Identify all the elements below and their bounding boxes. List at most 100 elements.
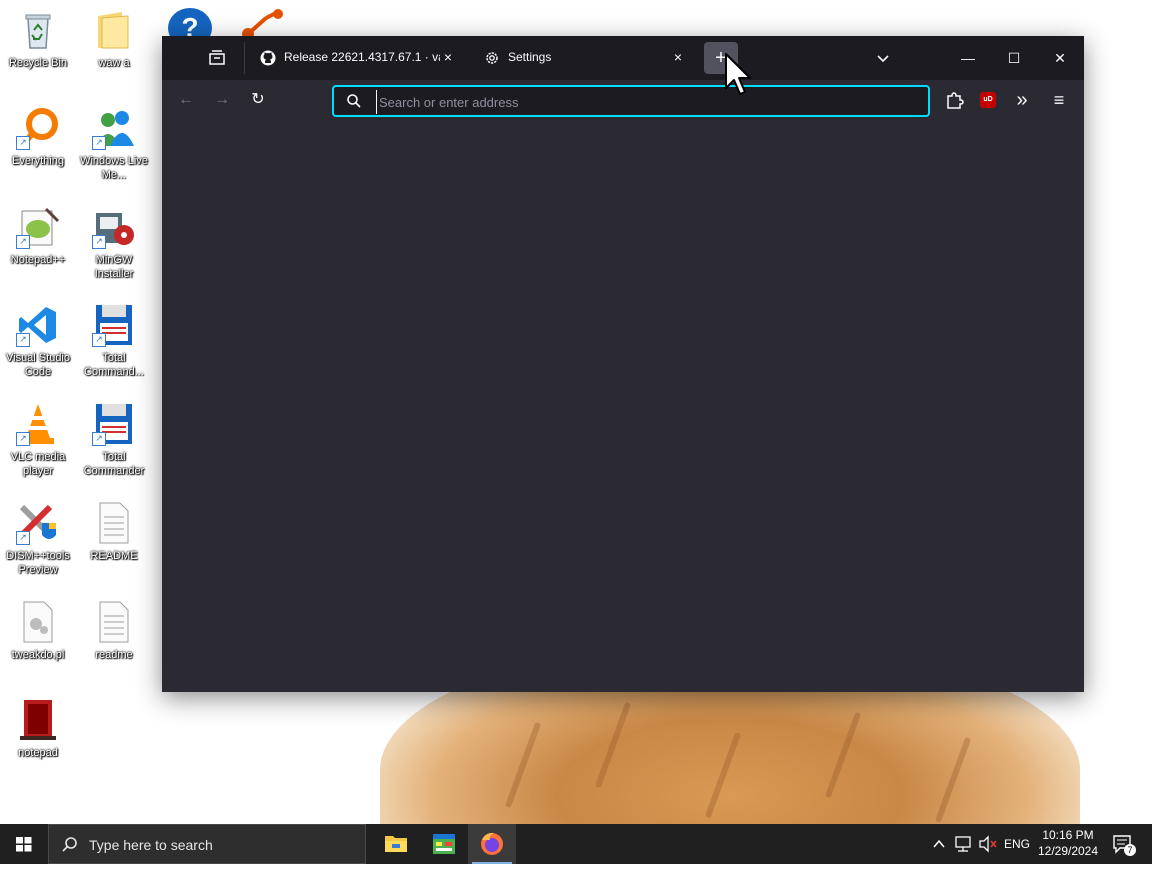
taskbar: Type here to search ENG 10:16 PM 12/29/2… bbox=[0, 824, 1152, 864]
notepad-plus-plus-icon: ↗ bbox=[16, 205, 60, 249]
icon-label: Windows Live Me... bbox=[80, 155, 148, 181]
tab-divider bbox=[244, 42, 245, 74]
icon-label: MinGW Installer bbox=[94, 254, 134, 280]
icon-label: Notepad++ bbox=[10, 254, 66, 266]
shortcut-arrow-icon: ↗ bbox=[92, 432, 106, 446]
network-icon[interactable] bbox=[952, 824, 976, 864]
desktop-icon-dism-tools[interactable]: ↗ DISM++tools Preview bbox=[0, 501, 76, 577]
desktop-icon-notepad-plus-plus[interactable]: ↗ Notepad++ bbox=[0, 205, 76, 267]
tab-release[interactable]: Release 22621.4317.67.1 · valine × bbox=[248, 40, 462, 76]
close-tab-icon[interactable]: × bbox=[668, 47, 688, 67]
icon-label: DISM++tools Preview bbox=[6, 550, 70, 576]
tab-label: Settings bbox=[508, 50, 552, 64]
firefox-view-icon[interactable] bbox=[206, 47, 228, 69]
reload-button[interactable]: ↻ bbox=[246, 88, 270, 112]
language-indicator[interactable]: ENG bbox=[1002, 824, 1032, 864]
icon-label: tweakdo.pl bbox=[11, 649, 65, 661]
taskbar-app[interactable] bbox=[420, 824, 468, 864]
vlc-icon: ↗ bbox=[16, 402, 60, 446]
taskbar-firefox[interactable] bbox=[468, 824, 516, 864]
text-file-icon bbox=[92, 600, 136, 644]
shortcut-arrow-icon: ↗ bbox=[16, 136, 30, 150]
desktop-icon-total-commander[interactable]: ↗ Total Commander bbox=[76, 402, 152, 478]
icon-label: Total Command... bbox=[84, 352, 144, 378]
icon-label: Recycle Bin bbox=[8, 57, 68, 69]
firefox-icon bbox=[481, 832, 503, 855]
notification-icon bbox=[1113, 835, 1131, 854]
gear-icon bbox=[484, 50, 500, 66]
navigation-toolbar: ← → ↻ uD » ≡ bbox=[162, 80, 1084, 120]
start-button[interactable] bbox=[0, 824, 48, 864]
shortcut-arrow-icon: ↗ bbox=[92, 235, 106, 249]
shortcut-arrow-icon: ↗ bbox=[16, 333, 30, 347]
dism-tools-icon: ↗ bbox=[16, 501, 60, 545]
ublock-origin-icon[interactable]: uD bbox=[980, 92, 996, 108]
shortcut-arrow-icon: ↗ bbox=[16, 432, 30, 446]
taskbar-file-explorer[interactable] bbox=[372, 824, 420, 864]
shortcut-arrow-icon: ↗ bbox=[92, 136, 106, 150]
overflow-menu-button[interactable]: » bbox=[1010, 88, 1034, 112]
desktop-icon-vlc[interactable]: ↗ VLC media player bbox=[0, 402, 76, 478]
shortcut-arrow-icon: ↗ bbox=[16, 235, 30, 249]
file-explorer-icon bbox=[385, 836, 407, 852]
back-button[interactable]: ← bbox=[174, 88, 198, 112]
forward-button[interactable]: → bbox=[210, 88, 234, 112]
shortcut-arrow-icon: ↗ bbox=[92, 333, 106, 347]
recycle-bin-icon bbox=[16, 8, 60, 52]
volume-muted-icon[interactable] bbox=[976, 824, 1000, 864]
extensions-icon[interactable] bbox=[942, 88, 966, 112]
total-commander-icon: ↗ bbox=[92, 402, 136, 446]
desktop-icon-everything[interactable]: ↗ Everything bbox=[0, 106, 76, 168]
mouse-cursor-icon bbox=[724, 52, 752, 100]
colorful-app-icon bbox=[433, 834, 455, 854]
shortcut-arrow-icon: ↗ bbox=[16, 531, 30, 545]
icon-label: readme bbox=[95, 649, 133, 661]
address-bar[interactable] bbox=[332, 85, 930, 117]
firefox-window: Release 22621.4317.67.1 · valine × Setti… bbox=[162, 36, 1084, 692]
network-app-icon[interactable] bbox=[240, 8, 286, 40]
icon-label: Everything bbox=[12, 155, 64, 167]
vscode-icon: ↗ bbox=[16, 303, 60, 347]
tab-settings[interactable]: Settings × bbox=[472, 40, 692, 76]
tab-strip: Release 22621.4317.67.1 · valine × Setti… bbox=[162, 36, 1084, 80]
clock-date: 12/29/2024 bbox=[1037, 844, 1099, 858]
notification-count-badge: 7 bbox=[1124, 844, 1136, 856]
icon-label: waw a bbox=[98, 57, 130, 69]
desktop-icon-recycle-bin[interactable]: Recycle Bin bbox=[0, 8, 76, 70]
search-icon bbox=[61, 836, 79, 854]
search-icon bbox=[346, 93, 362, 109]
maximize-button[interactable]: ☐ bbox=[991, 36, 1037, 80]
app-menu-button[interactable]: ≡ bbox=[1047, 88, 1071, 112]
minimize-button[interactable]: — bbox=[945, 36, 991, 80]
desktop-icon-total-commander-64[interactable]: ↗ Total Command... bbox=[76, 303, 152, 379]
search-placeholder: Type here to search bbox=[89, 837, 213, 853]
desktop-icon-mingw-installer[interactable]: ↗ MinGW Installer bbox=[76, 205, 152, 281]
desktop-icon-readme[interactable]: readme bbox=[76, 600, 152, 662]
desktop-icon-vscode[interactable]: ↗ Visual Studio Code bbox=[0, 303, 76, 379]
windows-live-messenger-icon: ↗ bbox=[92, 106, 136, 150]
desktop-icon-tweakdo[interactable]: tweakdo.pl bbox=[0, 600, 76, 662]
show-hidden-icons[interactable] bbox=[930, 824, 948, 864]
icon-label: VLC media player bbox=[10, 451, 66, 477]
text-file-icon bbox=[92, 501, 136, 545]
total-commander-64-icon: ↗ bbox=[92, 303, 136, 347]
notification-center[interactable]: 7 bbox=[1108, 824, 1138, 864]
desktop-icon-readme-upper[interactable]: README bbox=[76, 501, 152, 563]
desktop-icon-folder-waw[interactable]: waw a bbox=[76, 8, 152, 70]
clock[interactable]: 10:16 PM 12/29/2024 bbox=[1030, 827, 1106, 859]
script-file-icon bbox=[16, 600, 60, 644]
clock-time: 10:16 PM bbox=[1042, 828, 1094, 842]
close-window-button[interactable]: ✕ bbox=[1037, 36, 1083, 80]
chevron-up-icon bbox=[933, 839, 945, 848]
desktop-icon-windows-live-messenger[interactable]: ↗ Windows Live Me... bbox=[76, 106, 152, 182]
page-content bbox=[162, 120, 1084, 692]
icon-label: README bbox=[90, 550, 138, 562]
address-input[interactable] bbox=[376, 90, 921, 114]
notepad-app-icon bbox=[16, 698, 60, 742]
chevron-down-icon[interactable] bbox=[872, 47, 894, 69]
desktop-icon-notepad[interactable]: notepad bbox=[0, 698, 76, 760]
taskbar-search-box[interactable]: Type here to search bbox=[48, 824, 366, 864]
folder-icon bbox=[92, 8, 136, 52]
close-tab-icon[interactable]: × bbox=[438, 47, 458, 67]
everything-search-icon: ↗ bbox=[16, 106, 60, 150]
